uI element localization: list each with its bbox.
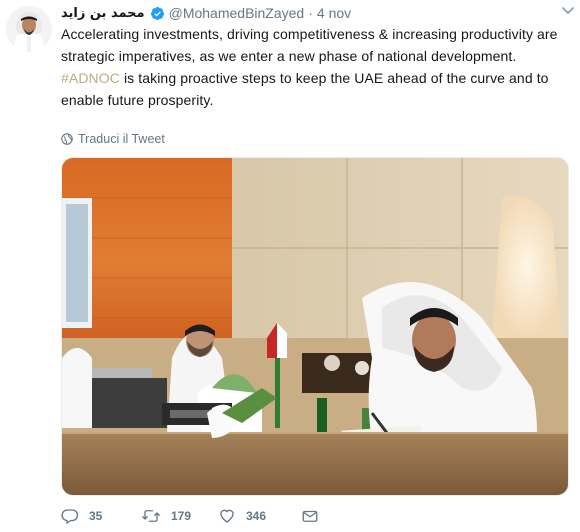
retweet-button[interactable]: 179 bbox=[141, 507, 218, 525]
verified-badge-icon bbox=[150, 6, 165, 21]
tweet-photo[interactable] bbox=[61, 157, 569, 496]
hashtag-link[interactable]: #ADNOC bbox=[61, 70, 120, 86]
globe-icon bbox=[61, 133, 73, 145]
reply-count: 35 bbox=[89, 509, 103, 523]
separator-dot: · bbox=[308, 5, 313, 21]
tweet-paragraph-2: #ADNOC is taking proactive steps to keep… bbox=[61, 67, 566, 111]
retweet-icon bbox=[142, 510, 160, 522]
tweet-paragraph-2-text: is taking proactive steps to keep the UA… bbox=[61, 70, 549, 108]
display-name[interactable]: محمد بن زايد bbox=[61, 6, 145, 21]
tweet-card[interactable]: محمد بن زايد @MohamedBinZayed · 4 nov Ac… bbox=[0, 0, 580, 532]
like-count: 346 bbox=[246, 509, 267, 523]
tweet-timestamp[interactable]: 4 nov bbox=[317, 5, 351, 21]
like-button[interactable]: 346 bbox=[218, 507, 301, 525]
reply-icon bbox=[61, 509, 79, 524]
heart-icon bbox=[220, 509, 234, 523]
reply-button[interactable]: 35 bbox=[61, 507, 141, 525]
avatar[interactable] bbox=[6, 6, 52, 52]
tweet-header: محمد بن زايد @MohamedBinZayed · 4 nov bbox=[61, 3, 570, 23]
chevron-down-icon[interactable] bbox=[560, 2, 576, 18]
tweet-paragraph-1: Accelerating investments, driving compet… bbox=[61, 26, 558, 64]
tweet-text: Accelerating investments, driving compet… bbox=[61, 23, 566, 111]
tweet-actions: 35 179 346 bbox=[61, 506, 329, 526]
envelope-icon bbox=[302, 510, 318, 522]
translate-tweet-link[interactable]: Traduci il Tweet bbox=[61, 130, 165, 148]
user-handle[interactable]: @MohamedBinZayed bbox=[169, 5, 305, 21]
direct-message-button[interactable] bbox=[301, 507, 329, 525]
retweet-count: 179 bbox=[171, 509, 192, 523]
translate-label: Traduci il Tweet bbox=[78, 132, 165, 146]
